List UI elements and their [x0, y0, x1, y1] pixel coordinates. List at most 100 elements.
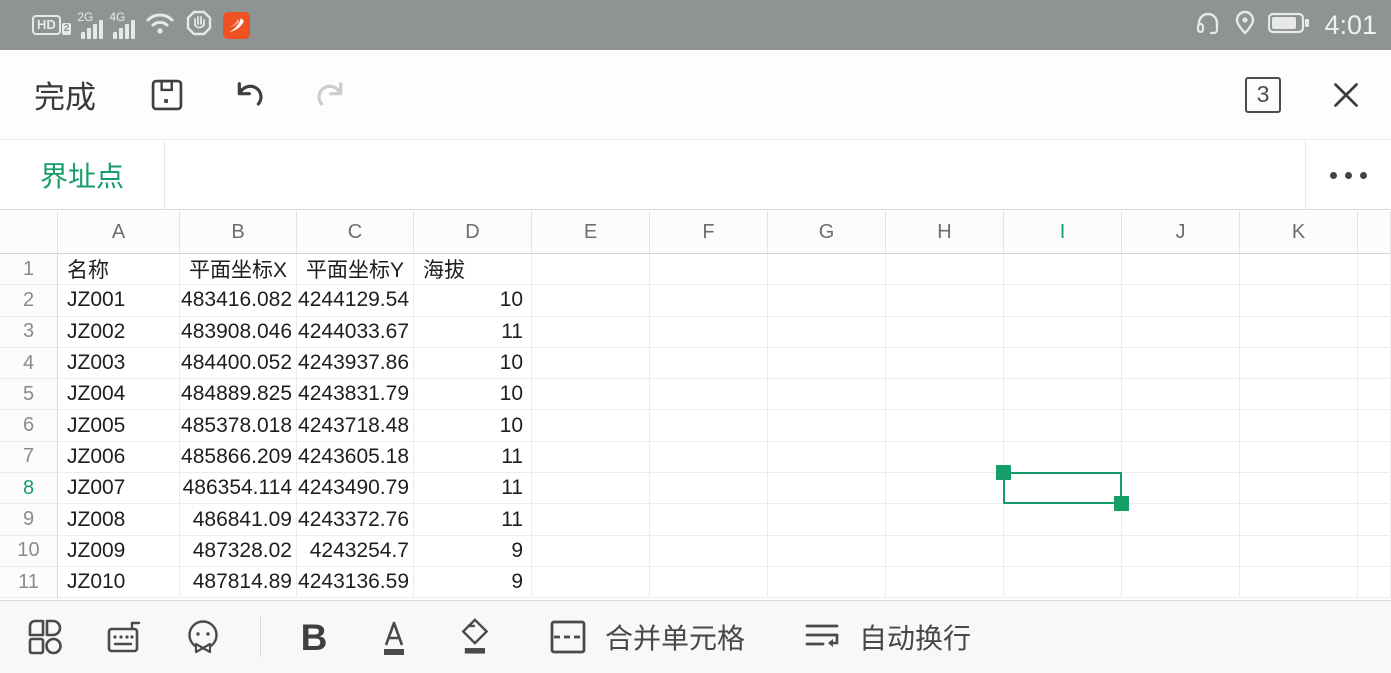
cell[interactable]: [532, 442, 650, 473]
cell[interactable]: [886, 536, 1004, 567]
cell[interactable]: [1122, 285, 1240, 316]
cell[interactable]: JZ009: [58, 536, 180, 567]
cell[interactable]: [768, 317, 886, 348]
cell[interactable]: 484400.052: [180, 348, 297, 379]
cell[interactable]: [768, 567, 886, 598]
cell[interactable]: [768, 410, 886, 441]
cell[interactable]: [1122, 536, 1240, 567]
column-header-D[interactable]: D: [414, 211, 532, 254]
row-header-7[interactable]: 7: [0, 442, 58, 473]
cell[interactable]: [1122, 410, 1240, 441]
cell[interactable]: 11: [414, 504, 532, 535]
close-icon[interactable]: [1323, 72, 1369, 118]
cell[interactable]: [532, 567, 650, 598]
cell[interactable]: 4243605.18: [297, 442, 414, 473]
row-header-10[interactable]: 10: [0, 536, 58, 567]
cell[interactable]: [886, 473, 1004, 504]
cell[interactable]: [1122, 379, 1240, 410]
sheet-count-button[interactable]: 3: [1245, 77, 1281, 113]
cell[interactable]: [1004, 536, 1122, 567]
cell[interactable]: [886, 442, 1004, 473]
cell[interactable]: [532, 504, 650, 535]
cell[interactable]: [1240, 254, 1358, 285]
cell[interactable]: [1358, 379, 1391, 410]
cell[interactable]: 4243490.79: [297, 473, 414, 504]
column-header-C[interactable]: C: [297, 211, 414, 254]
cell[interactable]: [1004, 504, 1122, 535]
cell[interactable]: [768, 254, 886, 285]
cell[interactable]: [532, 317, 650, 348]
merge-cells-button[interactable]: 合并单元格: [545, 614, 745, 660]
cell[interactable]: [1358, 536, 1391, 567]
done-button[interactable]: 完成: [34, 72, 96, 117]
cell[interactable]: [532, 410, 650, 441]
row-header-11[interactable]: 11: [0, 567, 58, 598]
cell[interactable]: [768, 379, 886, 410]
cell[interactable]: 4243831.79: [297, 379, 414, 410]
cell[interactable]: 486841.09: [180, 504, 297, 535]
cell[interactable]: [1240, 410, 1358, 441]
column-header-A[interactable]: A: [58, 211, 180, 254]
cell[interactable]: [650, 442, 768, 473]
column-header-I[interactable]: I: [1004, 211, 1122, 254]
cell[interactable]: 11: [414, 473, 532, 504]
cell[interactable]: 486354.114: [180, 473, 297, 504]
column-header-K[interactable]: K: [1240, 211, 1358, 254]
cell[interactable]: 10: [414, 285, 532, 316]
row-header-3[interactable]: 3: [0, 317, 58, 348]
undo-icon[interactable]: [226, 72, 272, 118]
cell[interactable]: 10: [414, 410, 532, 441]
cell[interactable]: [650, 254, 768, 285]
cell[interactable]: 4244033.67: [297, 317, 414, 348]
cell[interactable]: JZ001: [58, 285, 180, 316]
cell[interactable]: [886, 285, 1004, 316]
cell[interactable]: 10: [414, 348, 532, 379]
cell[interactable]: [1122, 317, 1240, 348]
cell[interactable]: [1358, 285, 1391, 316]
cell[interactable]: JZ002: [58, 317, 180, 348]
cell[interactable]: [1122, 567, 1240, 598]
cell[interactable]: [1358, 254, 1391, 285]
cell[interactable]: [886, 410, 1004, 441]
cell[interactable]: [650, 536, 768, 567]
cell[interactable]: [1240, 348, 1358, 379]
cell[interactable]: [768, 504, 886, 535]
row-header-6[interactable]: 6: [0, 410, 58, 441]
column-header-E[interactable]: E: [532, 211, 650, 254]
sheet-more-button[interactable]: [1305, 140, 1391, 210]
column-header-partial[interactable]: [1358, 211, 1391, 254]
cell[interactable]: 10: [414, 379, 532, 410]
cell[interactable]: JZ010: [58, 567, 180, 598]
column-header-H[interactable]: H: [886, 211, 1004, 254]
cell[interactable]: 487814.89: [180, 567, 297, 598]
cell[interactable]: [886, 567, 1004, 598]
row-header-8[interactable]: 8: [0, 473, 58, 504]
cell[interactable]: 483908.046: [180, 317, 297, 348]
cell[interactable]: [1122, 504, 1240, 535]
cell[interactable]: [1240, 567, 1358, 598]
cell[interactable]: 485378.018: [180, 410, 297, 441]
grid-corner[interactable]: [0, 211, 58, 254]
selection-handle-top-left[interactable]: [996, 465, 1011, 480]
cell[interactable]: 483416.082: [180, 285, 297, 316]
cell[interactable]: [1122, 254, 1240, 285]
cell[interactable]: [1358, 317, 1391, 348]
cell[interactable]: JZ004: [58, 379, 180, 410]
cell[interactable]: [532, 348, 650, 379]
keyboard-icon[interactable]: [102, 614, 148, 660]
cell[interactable]: 4243136.59: [297, 567, 414, 598]
cell[interactable]: [886, 254, 1004, 285]
selection-handle-bottom-right[interactable]: [1114, 496, 1129, 511]
assistant-icon[interactable]: [180, 614, 226, 660]
cell[interactable]: 4244129.54: [297, 285, 414, 316]
cell[interactable]: [1004, 254, 1122, 285]
cell[interactable]: 平面坐标X: [180, 254, 297, 285]
cell[interactable]: [532, 254, 650, 285]
row-header-9[interactable]: 9: [0, 504, 58, 535]
cell[interactable]: 484889.825: [180, 379, 297, 410]
column-header-J[interactable]: J: [1122, 211, 1240, 254]
cell[interactable]: [768, 536, 886, 567]
cell[interactable]: [1004, 317, 1122, 348]
cell[interactable]: 9: [414, 536, 532, 567]
cell[interactable]: 9: [414, 567, 532, 598]
